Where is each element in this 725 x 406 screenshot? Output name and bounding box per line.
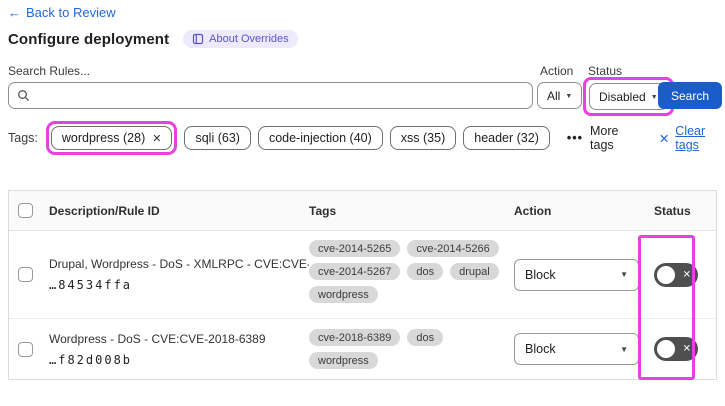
rule-id: …84534ffa xyxy=(49,278,133,292)
configure-deployment-page: ← Back to Review Configure deployment Ab… xyxy=(0,0,725,406)
row-checkbox[interactable] xyxy=(17,267,33,282)
tag-filter-header[interactable]: header (32) xyxy=(463,126,550,150)
status-dropdown-value: Disabled xyxy=(599,89,646,104)
column-header-status: Status xyxy=(654,203,691,218)
active-tag-highlight: wordpress (28) ✕ xyxy=(45,121,178,155)
rule-tag: dos xyxy=(407,263,444,280)
search-button[interactable]: Search xyxy=(658,82,722,109)
action-dropdown-value: All xyxy=(547,88,561,103)
back-link-label: Back to Review xyxy=(26,5,116,20)
rule-tag: cve-2018-6389 xyxy=(309,329,401,346)
search-rules-box xyxy=(8,82,533,109)
back-arrow-icon: ← xyxy=(8,5,21,20)
rule-tag: cve-2014-5265 xyxy=(309,240,401,257)
chevron-down-icon: ▼ xyxy=(620,344,628,354)
tag-filter-sqli[interactable]: sqli (63) xyxy=(184,126,251,150)
page-title: Configure deployment xyxy=(8,30,170,48)
more-tags-button[interactable]: ••• More tags xyxy=(567,124,638,152)
tag-filter-label: wordpress (28) xyxy=(61,131,146,145)
rule-tag: cve-2014-5266 xyxy=(407,240,499,257)
status-toggle-off[interactable]: ✕ xyxy=(654,262,698,287)
rule-tag: cve-2014-5267 xyxy=(309,263,401,280)
column-header-description: Description/Rule ID xyxy=(49,203,160,218)
about-badge-label: About Overrides xyxy=(209,33,289,45)
rule-tags: cve-2014-5265 cve-2014-5266 cve-2014-526… xyxy=(309,231,514,303)
action-label: Action xyxy=(540,64,574,78)
action-dropdown[interactable]: All ▼ xyxy=(537,82,583,109)
search-rules-label: Search Rules... xyxy=(8,64,91,78)
remove-tag-icon[interactable]: ✕ xyxy=(152,132,161,145)
column-header-tags: Tags xyxy=(309,203,337,218)
rule-description: Wordpress - DoS - CVE:CVE-2018-6389 xyxy=(49,331,266,346)
rule-tag: wordpress xyxy=(309,352,378,369)
search-rules-input[interactable] xyxy=(36,88,524,103)
column-header-action: Action xyxy=(514,203,552,218)
toggle-off-icon: ✕ xyxy=(682,268,691,280)
action-select[interactable]: Block ▼ xyxy=(514,258,639,291)
rule-tag: drupal xyxy=(450,263,499,280)
table-header-row: Description/Rule ID Tags Action Status xyxy=(9,191,716,231)
row-checkbox[interactable] xyxy=(17,341,33,357)
table-row: Wordpress - DoS - CVE:CVE-2018-6389 …f82… xyxy=(9,319,716,379)
tags-label: Tags: xyxy=(8,131,38,145)
select-all-checkbox[interactable] xyxy=(17,203,33,218)
status-label: Status xyxy=(588,64,623,78)
clear-tags-link[interactable]: ✕ Clear tags xyxy=(659,124,725,152)
table-row: Drupal, Wordpress - DoS - XMLRPC - CVE:C… xyxy=(9,231,716,319)
status-toggle-off[interactable]: ✕ xyxy=(654,337,698,361)
tag-filter-xss[interactable]: xss (35) xyxy=(389,126,457,150)
title-row: Configure deployment About Overrides xyxy=(8,30,298,48)
tags-bar: Tags: wordpress (28) ✕ sqli (63) code-in… xyxy=(8,121,725,155)
about-overrides-badge[interactable]: About Overrides xyxy=(183,30,298,48)
tag-filter-wordpress[interactable]: wordpress (28) ✕ xyxy=(50,126,173,150)
rule-tag: dos xyxy=(407,329,444,346)
search-icon xyxy=(17,89,30,102)
book-icon xyxy=(192,33,204,45)
rule-id: …f82d008b xyxy=(49,352,133,367)
rules-table: Description/Rule ID Tags Action Status D… xyxy=(8,190,717,380)
status-dropdown[interactable]: Disabled ▼ xyxy=(589,83,668,110)
chevron-down-icon: ▼ xyxy=(620,270,628,279)
close-icon: ✕ xyxy=(658,131,670,146)
toggle-knob xyxy=(657,340,675,358)
rule-tags: cve-2018-6389 dos wordpress xyxy=(309,329,514,369)
more-tags-label: More tags xyxy=(590,124,619,152)
toggle-off-icon: ✕ xyxy=(682,343,691,355)
back-to-review-link[interactable]: ← Back to Review xyxy=(8,5,116,20)
ellipsis-icon: ••• xyxy=(566,131,584,145)
tag-filter-code-injection[interactable]: code-injection (40) xyxy=(257,126,383,150)
rule-description: Drupal, Wordpress - DoS - XMLRPC - CVE:C… xyxy=(49,257,309,271)
chevron-down-icon: ▼ xyxy=(650,94,658,101)
rule-tag: wordpress xyxy=(309,286,378,303)
action-select-value: Block xyxy=(525,267,556,282)
toggle-knob xyxy=(657,265,675,284)
chevron-down-icon: ▼ xyxy=(565,93,573,100)
action-select-value: Block xyxy=(525,342,556,356)
action-select[interactable]: Block ▼ xyxy=(514,333,639,365)
clear-tags-label: Clear tags xyxy=(675,124,706,152)
